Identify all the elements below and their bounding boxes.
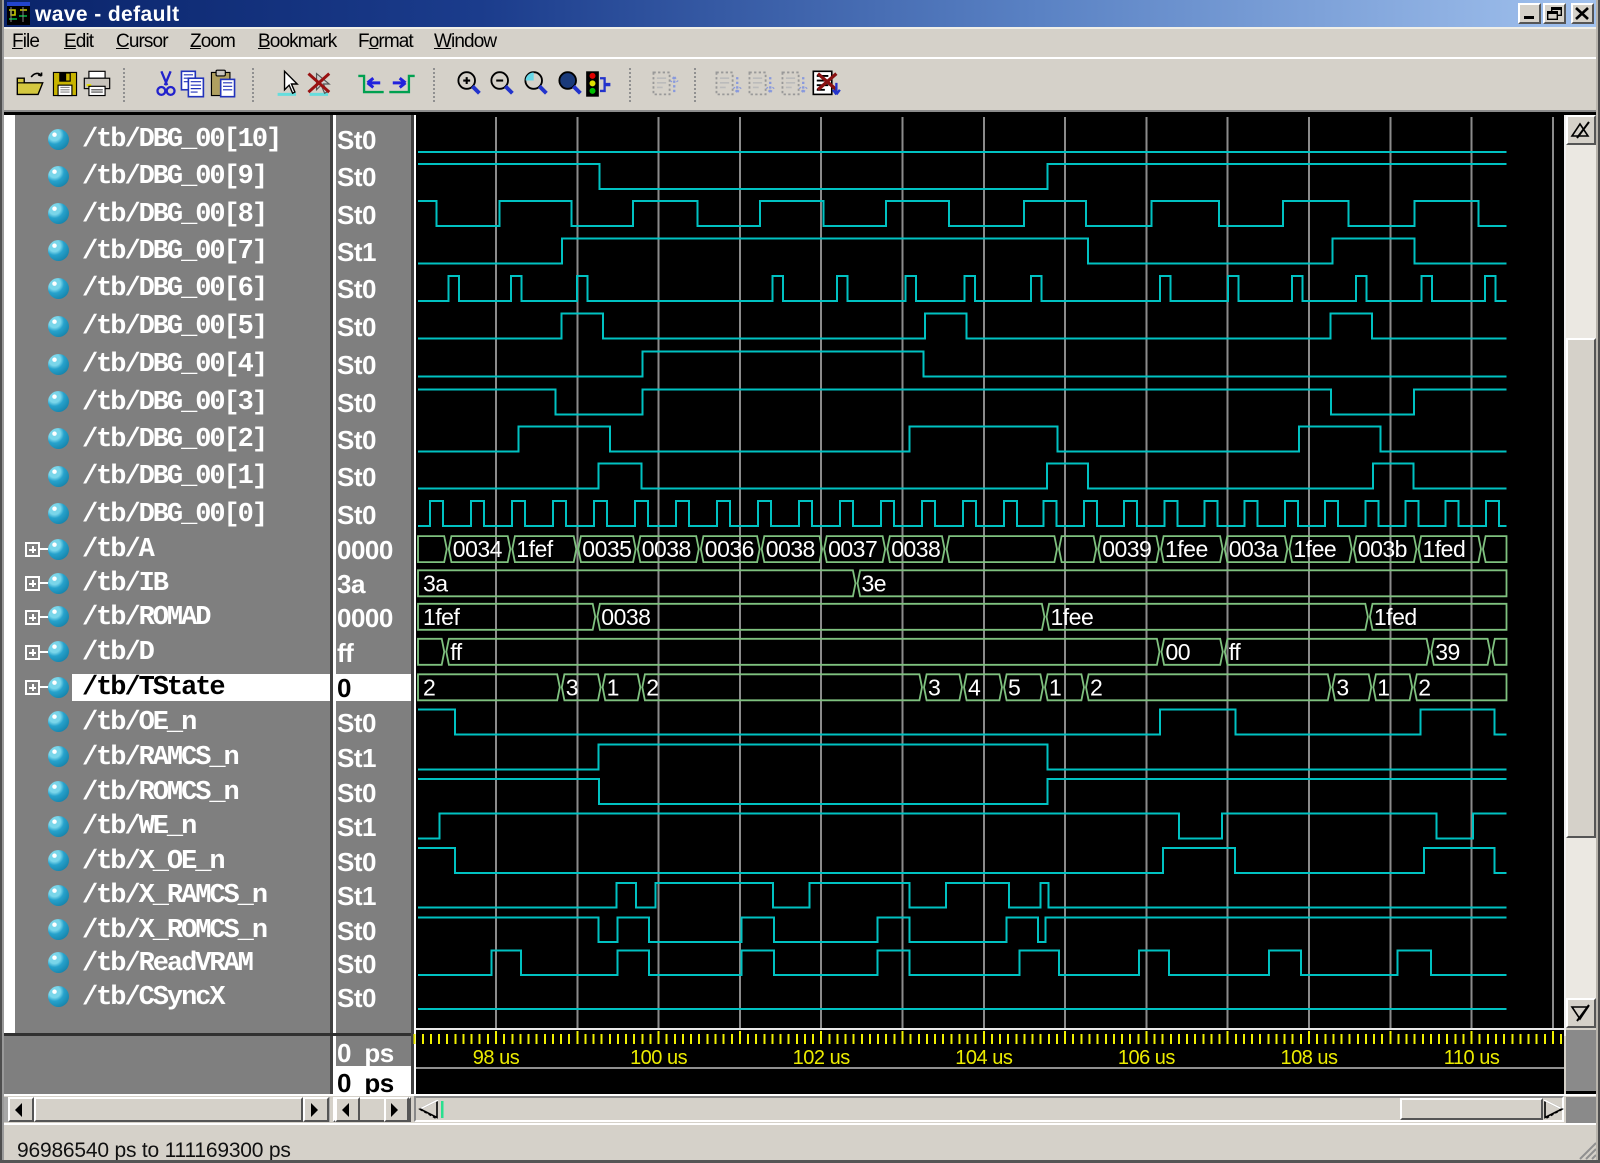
- svg-text:106 us: 106 us: [1118, 1047, 1176, 1069]
- svg-text:110 us: 110 us: [1444, 1047, 1500, 1069]
- svg-text:1: 1: [1377, 674, 1389, 700]
- svg-text:00: 00: [1166, 639, 1191, 665]
- svg-text:0038: 0038: [642, 536, 691, 562]
- svg-text:003b: 003b: [1358, 536, 1407, 562]
- svg-text:1fed: 1fed: [1374, 604, 1417, 630]
- svg-text:1: 1: [607, 674, 619, 700]
- svg-text:3a: 3a: [423, 570, 448, 596]
- svg-text:ff: ff: [1229, 639, 1241, 665]
- svg-text:4: 4: [968, 674, 981, 700]
- svg-text:3e: 3e: [862, 570, 887, 596]
- svg-text:3: 3: [1336, 674, 1348, 700]
- svg-text:0037: 0037: [828, 536, 877, 562]
- svg-text:0039: 0039: [1102, 536, 1151, 562]
- svg-text:0038: 0038: [601, 604, 650, 630]
- svg-text:1fef: 1fef: [423, 604, 460, 630]
- svg-text:3: 3: [566, 674, 578, 700]
- svg-text:0035: 0035: [582, 536, 631, 562]
- svg-text:0038: 0038: [891, 536, 940, 562]
- svg-text:1fed: 1fed: [1423, 536, 1466, 562]
- svg-text:108 us: 108 us: [1280, 1047, 1338, 1069]
- svg-text:104 us: 104 us: [955, 1047, 1013, 1069]
- svg-text:0034: 0034: [453, 536, 503, 562]
- svg-text:2: 2: [1418, 674, 1430, 700]
- svg-text:0036: 0036: [705, 536, 754, 562]
- svg-text:1: 1: [1049, 674, 1061, 700]
- svg-text:102 us: 102 us: [793, 1047, 851, 1069]
- svg-text:39: 39: [1435, 639, 1460, 665]
- svg-text:003a: 003a: [1229, 536, 1279, 562]
- svg-text:100 us: 100 us: [630, 1047, 688, 1069]
- svg-text:2: 2: [646, 674, 658, 700]
- svg-text:1fee: 1fee: [1051, 604, 1094, 630]
- svg-text:2: 2: [1090, 674, 1102, 700]
- svg-text:1fef: 1fef: [516, 536, 553, 562]
- svg-text:3: 3: [928, 674, 940, 700]
- svg-text:5: 5: [1008, 674, 1020, 700]
- svg-text:1fee: 1fee: [1293, 536, 1336, 562]
- svg-text:ff: ff: [450, 639, 462, 665]
- svg-text:0038: 0038: [766, 536, 815, 562]
- svg-text:2: 2: [423, 674, 435, 700]
- svg-text:1fee: 1fee: [1165, 536, 1208, 562]
- svg-text:98 us: 98 us: [473, 1047, 520, 1069]
